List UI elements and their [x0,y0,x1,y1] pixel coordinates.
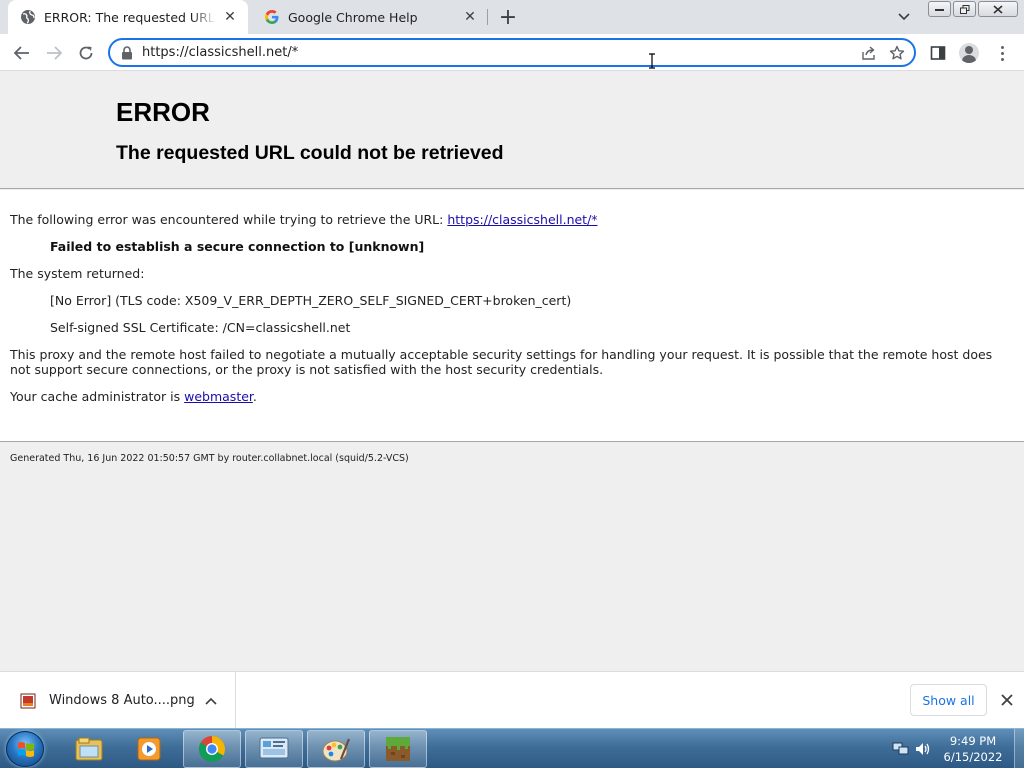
minimize-button[interactable] [928,1,951,17]
side-panel-button[interactable] [925,40,951,66]
share-icon[interactable] [858,42,880,64]
tab-title: ERROR: The requested URL could not be re… [44,9,216,25]
certificate-info-text: Self-signed SSL Certificate: /CN=classic… [50,320,351,335]
lock-icon[interactable] [120,45,134,60]
download-item[interactable]: Windows 8 Auto....png [0,672,236,729]
close-tab-icon[interactable]: ✕ [460,7,480,27]
close-tab-icon[interactable]: ✕ [220,7,240,27]
clock-time: 9:49 PM [949,734,997,748]
globe-icon [21,10,35,24]
admin-suffix: . [252,389,257,404]
admin-line: Your cache administrator is webmaster. [10,389,257,404]
restore-button[interactable] [953,1,976,17]
taskbar-media-player[interactable] [120,730,178,768]
chrome-icon [198,736,226,763]
back-button[interactable] [9,40,35,66]
bookmark-star-icon[interactable] [886,42,908,64]
system-clock[interactable]: 9:49 PM 6/15/2022 [940,733,1006,765]
tab-title: Google Chrome Help [288,9,418,25]
close-download-bar-icon[interactable] [997,690,1017,710]
taskbar-paint[interactable] [307,730,365,768]
reload-icon [79,46,93,60]
error-detail-text: Failed to establish a secure connection … [50,239,425,254]
intro-text: The following error was encountered whil… [10,212,448,227]
windows-logo-icon [18,742,34,757]
generated-footer: Generated Thu, 16 Jun 2022 01:50:57 GMT … [10,453,409,464]
avatar-icon [959,43,979,63]
explanation-text: This proxy and the remote host failed to… [10,347,993,377]
address-bar[interactable]: https://classicshell.net/* [108,38,916,67]
network-icon[interactable] [892,741,910,757]
chrome-menu-button[interactable] [989,40,1015,66]
more-vert-icon [1000,44,1004,62]
admin-prefix: Your cache administrator is [10,389,185,404]
tls-error-text: [No Error] (TLS code: X509_V_ERR_DEPTH_Z… [50,293,572,308]
toolbar: https://classicshell.net/* [0,34,1024,71]
control-panel-icon [259,737,289,759]
error-body: The following error was encountered whil… [0,190,1024,442]
profile-button[interactable] [956,40,982,66]
new-tab-button[interactable]: + [496,5,520,30]
clock-date: 6/15/2022 [943,750,1003,764]
text-cursor-icon [649,53,655,69]
taskbar-minecraft[interactable] [369,730,427,768]
close-window-button[interactable] [978,1,1018,17]
tab-strip: ERROR: The requested URL could not be re… [0,0,1024,34]
tab-chrome-help[interactable]: Google Chrome Help ✕ [252,0,488,34]
download-filename: Windows 8 Auto....png [49,693,195,708]
tab-error[interactable]: ERROR: The requested URL could not be re… [8,0,248,34]
url-text[interactable]: https://classicshell.net/* [142,45,858,60]
webmaster-link[interactable]: webmaster [184,389,253,404]
error-header: ERROR The requested URL could not be ret… [0,71,1024,189]
show-desktop-button[interactable] [1014,729,1024,768]
volume-icon[interactable] [914,741,932,757]
error-subheading: The requested URL could not be retrieved [116,142,504,164]
google-icon [265,10,279,24]
media-player-icon [137,737,161,761]
taskbar-file-explorer[interactable] [60,730,118,768]
forward-button[interactable] [41,40,67,66]
paint-icon [322,738,351,762]
taskbar-chrome[interactable] [183,730,241,768]
tab-separator [487,9,488,25]
system-returned-label: The system returned: [10,266,145,281]
image-file-icon [20,693,36,708]
minecraft-icon [386,737,410,761]
taskbar-control-panel[interactable] [245,730,303,768]
requested-url-link[interactable]: https://classicshell.net/* [447,212,597,227]
back-arrow-icon [14,46,29,60]
page-viewport: ERROR The requested URL could not be ret… [0,71,1024,671]
start-button[interactable] [6,731,44,767]
file-explorer-icon [75,737,103,761]
forward-arrow-icon [47,46,62,60]
error-heading: ERROR [116,97,210,127]
download-bar: Windows 8 Auto....png Show all [0,671,1024,729]
reload-button[interactable] [73,40,99,66]
chevron-up-icon[interactable] [201,691,221,711]
side-panel-icon [930,46,946,60]
taskbar: 9:49 PM 6/15/2022 [0,728,1024,768]
intro-line: The following error was encountered whil… [10,212,598,227]
tab-search-chevron-icon[interactable] [894,8,914,26]
error-detail: Failed to establish a secure connection … [50,239,424,254]
show-all-button[interactable]: Show all [910,684,987,716]
